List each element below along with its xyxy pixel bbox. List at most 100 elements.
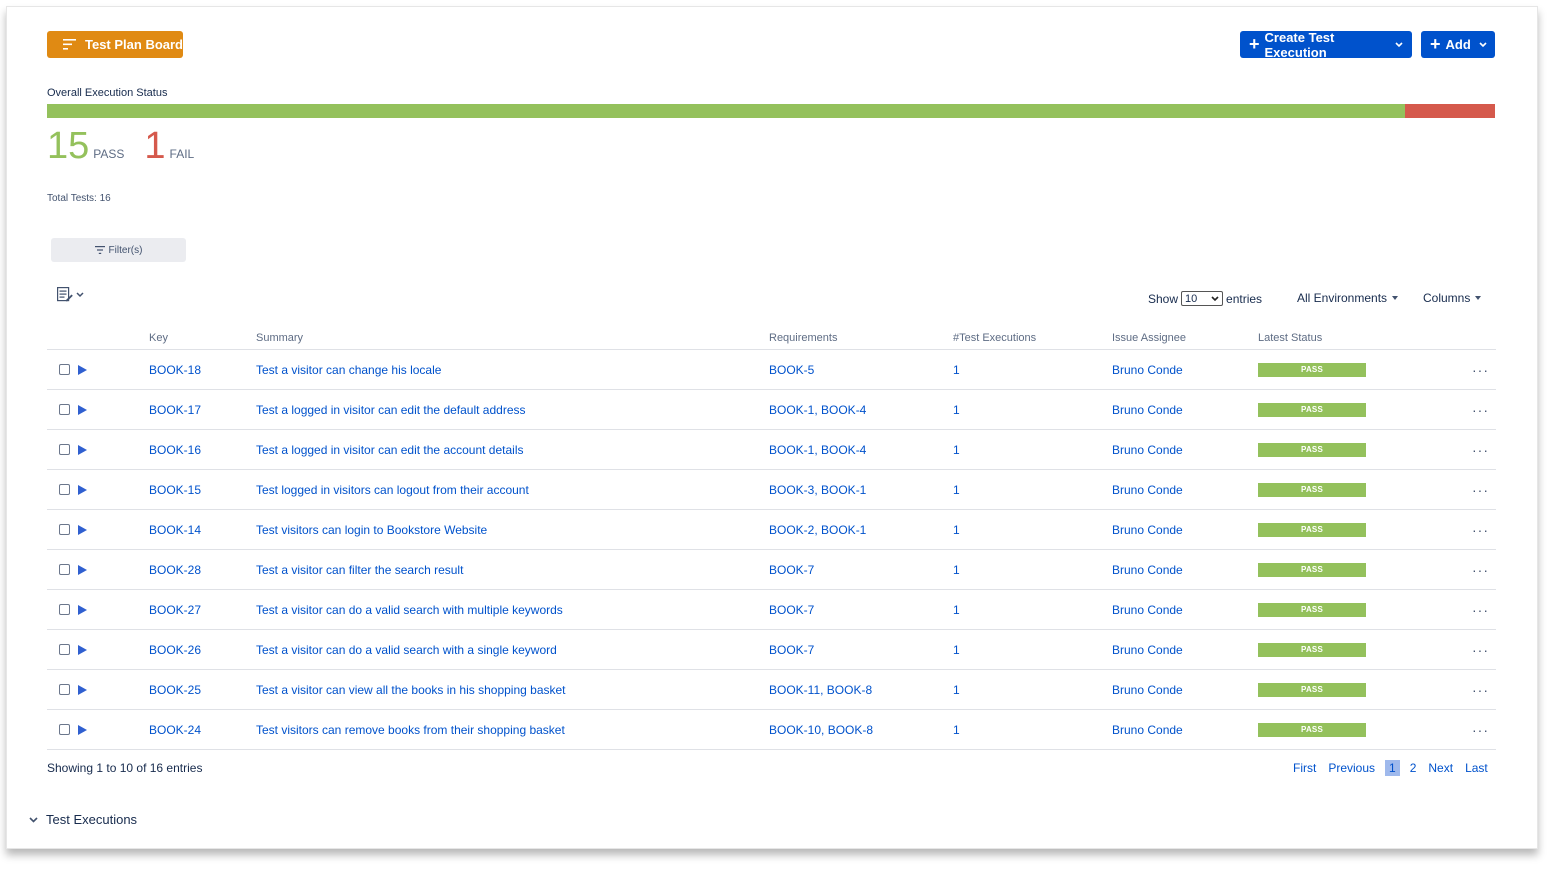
row-key-link[interactable]: BOOK-24 xyxy=(149,710,201,749)
row-assignee-link[interactable]: Bruno Conde xyxy=(1112,590,1183,629)
row-executions-link[interactable]: 1 xyxy=(953,470,960,509)
row-assignee-link[interactable]: Bruno Conde xyxy=(1112,710,1183,749)
row-summary-link[interactable]: Test a visitor can view all the books in… xyxy=(256,670,566,709)
filters-button[interactable]: Filter(s) xyxy=(51,238,186,262)
header-key[interactable]: Key xyxy=(149,325,168,350)
row-summary-link[interactable]: Test visitors can remove books from thei… xyxy=(256,710,565,749)
more-actions-icon[interactable]: ··· xyxy=(1472,442,1489,458)
more-actions-icon[interactable]: ··· xyxy=(1472,602,1489,618)
row-key-link[interactable]: BOOK-25 xyxy=(149,670,201,709)
more-actions-icon[interactable]: ··· xyxy=(1472,682,1489,698)
row-executions-link[interactable]: 1 xyxy=(953,590,960,629)
row-requirements-link[interactable]: BOOK-2, BOOK-1 xyxy=(769,510,866,549)
row-summary-link[interactable]: Test visitors can login to Bookstore Web… xyxy=(256,510,487,549)
row-assignee-link[interactable]: Bruno Conde xyxy=(1112,390,1183,429)
play-icon[interactable] xyxy=(78,564,87,575)
row-executions-link[interactable]: 1 xyxy=(953,510,960,549)
row-executions-link[interactable]: 1 xyxy=(953,710,960,749)
row-executions-link[interactable]: 1 xyxy=(953,630,960,669)
row-assignee-link[interactable]: Bruno Conde xyxy=(1112,670,1183,709)
row-checkbox[interactable] xyxy=(59,604,70,615)
row-checkbox[interactable] xyxy=(59,724,70,735)
play-icon[interactable] xyxy=(78,524,87,535)
create-test-execution-button[interactable]: + Create Test Execution xyxy=(1240,30,1412,60)
row-assignee-link[interactable]: Bruno Conde xyxy=(1112,510,1183,549)
more-actions-icon[interactable]: ··· xyxy=(1472,642,1489,658)
row-requirements-link[interactable]: BOOK-10, BOOK-8 xyxy=(769,710,873,749)
row-assignee-link[interactable]: Bruno Conde xyxy=(1112,630,1183,669)
add-button[interactable]: + Add xyxy=(1421,31,1495,58)
row-requirements-link[interactable]: BOOK-3, BOOK-1 xyxy=(769,470,866,509)
play-icon[interactable] xyxy=(78,444,87,455)
row-checkbox[interactable] xyxy=(59,524,70,535)
row-requirements-link[interactable]: BOOK-7 xyxy=(769,550,814,589)
row-key-link[interactable]: BOOK-26 xyxy=(149,630,201,669)
row-executions-link[interactable]: 1 xyxy=(953,430,960,469)
header-test-executions[interactable]: #Test Executions xyxy=(953,325,1036,350)
row-checkbox[interactable] xyxy=(59,444,70,455)
play-icon[interactable] xyxy=(78,604,87,615)
row-checkbox[interactable] xyxy=(59,404,70,415)
row-requirements-link[interactable]: BOOK-7 xyxy=(769,630,814,669)
more-actions-icon[interactable]: ··· xyxy=(1472,722,1489,738)
row-requirements-link[interactable]: BOOK-1, BOOK-4 xyxy=(769,390,866,429)
play-icon[interactable] xyxy=(78,644,87,655)
columns-dropdown[interactable]: Columns xyxy=(1423,291,1482,305)
pagination-first[interactable]: First xyxy=(1287,761,1322,775)
row-checkbox[interactable] xyxy=(59,644,70,655)
row-checkbox[interactable] xyxy=(59,484,70,495)
row-executions-link[interactable]: 1 xyxy=(953,670,960,709)
row-checkbox[interactable] xyxy=(59,364,70,375)
header-requirements[interactable]: Requirements xyxy=(769,325,837,350)
row-executions-link[interactable]: 1 xyxy=(953,390,960,429)
test-executions-section-toggle[interactable]: Test Executions xyxy=(29,812,137,827)
play-icon[interactable] xyxy=(78,724,87,735)
row-assignee-link[interactable]: Bruno Conde xyxy=(1112,550,1183,589)
row-summary-link[interactable]: Test a visitor can do a valid search wit… xyxy=(256,630,557,669)
row-summary-link[interactable]: Test a visitor can do a valid search wit… xyxy=(256,590,563,629)
row-executions-link[interactable]: 1 xyxy=(953,550,960,589)
row-key-link[interactable]: BOOK-27 xyxy=(149,590,201,629)
row-key-link[interactable]: BOOK-16 xyxy=(149,430,201,469)
row-assignee-link[interactable]: Bruno Conde xyxy=(1112,350,1183,389)
header-issue-assignee[interactable]: Issue Assignee xyxy=(1112,325,1186,350)
environments-dropdown[interactable]: All Environments xyxy=(1297,291,1399,305)
row-requirements-link[interactable]: BOOK-5 xyxy=(769,350,814,389)
row-summary-link[interactable]: Test a visitor can change his locale xyxy=(256,350,441,389)
pagination-last[interactable]: Last xyxy=(1459,761,1494,775)
row-requirements-link[interactable]: BOOK-11, BOOK-8 xyxy=(769,670,872,709)
row-checkbox[interactable] xyxy=(59,564,70,575)
pagination-next[interactable]: Next xyxy=(1422,761,1459,775)
play-icon[interactable] xyxy=(78,364,87,375)
row-key-link[interactable]: BOOK-28 xyxy=(149,550,201,589)
row-summary-link[interactable]: Test a logged in visitor can edit the de… xyxy=(256,390,526,429)
table-options-button[interactable] xyxy=(57,287,84,302)
pagination-page-1[interactable]: 1 xyxy=(1385,760,1400,776)
row-key-link[interactable]: BOOK-14 xyxy=(149,510,201,549)
play-icon[interactable] xyxy=(78,404,87,415)
header-summary[interactable]: Summary xyxy=(256,325,303,350)
row-key-link[interactable]: BOOK-17 xyxy=(149,390,201,429)
row-requirements-link[interactable]: BOOK-1, BOOK-4 xyxy=(769,430,866,469)
row-summary-link[interactable]: Test a logged in visitor can edit the ac… xyxy=(256,430,524,469)
pagination-previous[interactable]: Previous xyxy=(1322,761,1381,775)
page-size-select[interactable]: 10 xyxy=(1181,291,1224,306)
row-assignee-link[interactable]: Bruno Conde xyxy=(1112,470,1183,509)
play-icon[interactable] xyxy=(78,484,87,495)
header-latest-status[interactable]: Latest Status xyxy=(1258,325,1322,350)
row-checkbox[interactable] xyxy=(59,684,70,695)
more-actions-icon[interactable]: ··· xyxy=(1472,362,1489,378)
row-requirements-link[interactable]: BOOK-7 xyxy=(769,590,814,629)
more-actions-icon[interactable]: ··· xyxy=(1472,562,1489,578)
play-icon[interactable] xyxy=(78,684,87,695)
more-actions-icon[interactable]: ··· xyxy=(1472,522,1489,538)
row-executions-link[interactable]: 1 xyxy=(953,350,960,389)
more-actions-icon[interactable]: ··· xyxy=(1472,482,1489,498)
row-assignee-link[interactable]: Bruno Conde xyxy=(1112,430,1183,469)
row-summary-link[interactable]: Test a visitor can filter the search res… xyxy=(256,550,463,589)
more-actions-icon[interactable]: ··· xyxy=(1472,402,1489,418)
row-key-link[interactable]: BOOK-18 xyxy=(149,350,201,389)
pagination-page-2[interactable]: 2 xyxy=(1404,761,1423,775)
row-key-link[interactable]: BOOK-15 xyxy=(149,470,201,509)
row-summary-link[interactable]: Test logged in visitors can logout from … xyxy=(256,470,529,509)
